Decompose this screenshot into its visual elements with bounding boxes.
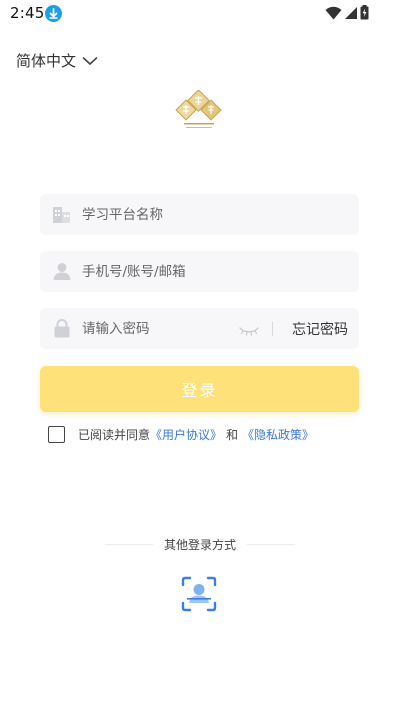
divider-right xyxy=(247,544,295,545)
language-label: 简体中文 xyxy=(16,52,77,70)
login-screen: 2:45 简体中文 学习平台名称 手机号/账号/邮箱 忘记密码 登录 已阅读并同… xyxy=(0,0,399,709)
password-field: 忘记密码 xyxy=(40,308,359,349)
login-button[interactable]: 登录 xyxy=(40,366,359,412)
lock-icon xyxy=(52,318,72,338)
platform-name-field xyxy=(40,194,359,235)
privacy-policy-link[interactable]: 《隐私政策》 xyxy=(242,426,314,443)
status-bar: 2:45 xyxy=(0,0,399,28)
eye-closed-icon[interactable] xyxy=(238,322,260,336)
person-icon xyxy=(52,261,72,281)
wifi-icon xyxy=(325,5,342,24)
forgot-password-link[interactable]: 忘记密码 xyxy=(292,319,348,339)
status-time: 2:45 xyxy=(10,4,45,22)
platform-name-input[interactable] xyxy=(82,194,342,235)
language-selector[interactable]: 简体中文 xyxy=(16,50,98,71)
field-divider xyxy=(272,322,273,336)
cellular-signal-icon xyxy=(344,5,358,24)
status-icons xyxy=(325,5,369,24)
account-input[interactable] xyxy=(82,251,342,292)
account-field xyxy=(40,251,359,292)
agreement-row: 已阅读并同意 《用户协议》 和 《隐私政策》 xyxy=(48,425,314,443)
face-scan-icon[interactable] xyxy=(181,576,217,612)
password-input[interactable] xyxy=(82,308,232,349)
chevron-down-icon xyxy=(82,51,98,70)
user-agreement-link[interactable]: 《用户协议》 xyxy=(150,426,222,443)
battery-charging-icon xyxy=(360,5,369,24)
agreement-and: 和 xyxy=(226,427,239,442)
other-login-header: 其他登录方式 xyxy=(105,536,295,554)
building-icon xyxy=(52,204,72,224)
agreement-checkbox[interactable] xyxy=(48,425,65,443)
agreement-prefix: 已阅读并同意 xyxy=(78,427,151,442)
app-logo xyxy=(174,89,224,134)
download-icon xyxy=(45,5,62,22)
